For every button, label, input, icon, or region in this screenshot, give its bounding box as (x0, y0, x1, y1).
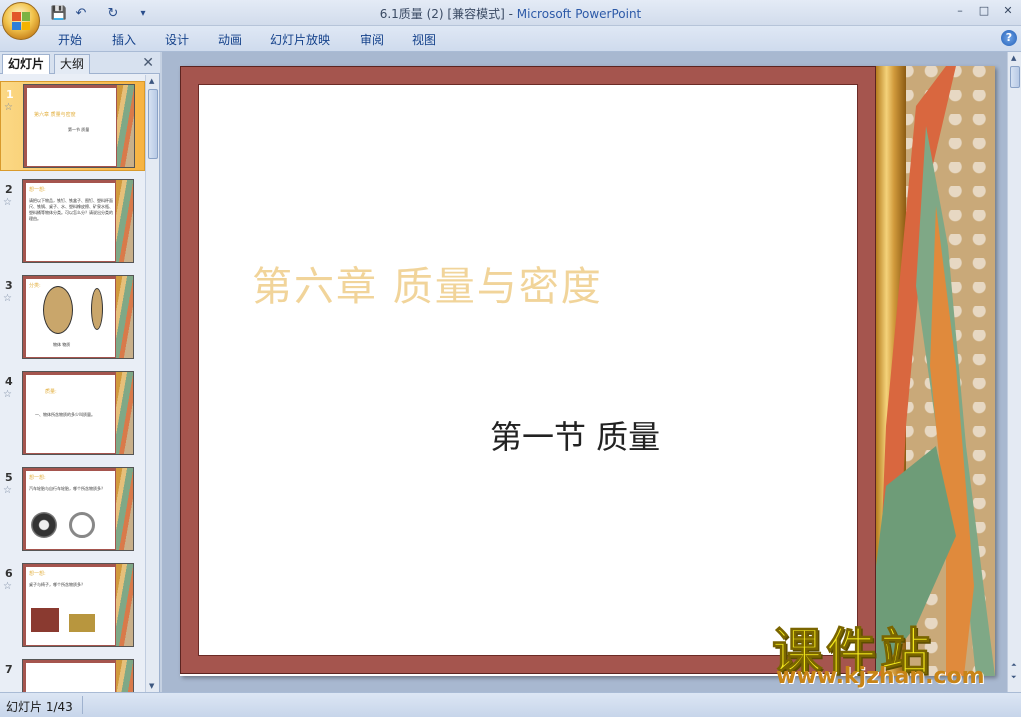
tab-home[interactable]: 开始 (58, 31, 82, 48)
ellipse-shape (91, 288, 103, 330)
slide-number: 3 (5, 279, 13, 292)
watermark: 课件站 www.kjzhan.com (772, 612, 1002, 692)
status-bar: 幻灯片 1/43 (0, 692, 1021, 717)
thumbnail-image: 第六章 质量与密度 第一节 质量 (23, 84, 135, 168)
help-icon[interactable]: ? (1001, 30, 1017, 46)
thumbnail-image: 分类: 物体 物质 (22, 275, 134, 359)
slide-subtitle[interactable]: 第一节 质量 (490, 412, 660, 458)
slide-thumbnail[interactable]: 3 ☆ 分类: 物体 物质 (0, 273, 145, 363)
maximize-button[interactable]: □ (972, 2, 996, 20)
window-title: 6.1质量 (2) [兼容模式] - Microsoft PowerPoint (0, 5, 1021, 22)
transition-icon: ☆ (3, 197, 12, 208)
slide-thumbnail[interactable]: 4 ☆ 质量: 一、物体所含物质的多少叫质量。 (0, 369, 145, 459)
decorative-leaves (876, 66, 995, 676)
slides-panel: 幻灯片 大纲 ✕ 1 ☆ 第六章 质量与密度 第一节 质量 2 ☆ 想一想: 请… (0, 52, 160, 692)
thumbnail-title: 想一想: (29, 475, 46, 481)
scrollbar-thumb[interactable] (1010, 66, 1020, 88)
tab-design[interactable]: 设计 (165, 31, 189, 48)
title-bar: 💾 ↶ ↻ ▾ 6.1质量 (2) [兼容模式] - Microsoft Pow… (0, 0, 1021, 26)
thumbnail-body: 第一节 质量 (68, 127, 90, 132)
thumbnail-body: 物体 物质 (53, 342, 71, 347)
thumbnail-body: 桌子与椅子，哪个所含物质多？ (29, 582, 85, 587)
tire-image (31, 512, 57, 538)
slide-thumbnail[interactable]: 2 ☆ 想一想: 请把以下物品，铁钉、铁盒子、图钉、塑料杯面尺、铁锅、桌子、水、… (0, 177, 145, 267)
app-title: Microsoft PowerPoint (516, 7, 642, 21)
slide-number: 4 (5, 375, 13, 388)
thumbnail-title: 想一想: (29, 571, 46, 577)
thumbnail-body: 请把以下物品，铁钉、铁盒子、图钉、塑料杯面尺、铁锅、桌子、水、塑料橡皮擦、矿泉水… (29, 198, 113, 221)
chair-image (69, 614, 95, 632)
minimize-button[interactable]: – (948, 2, 972, 20)
slide-thumbnail[interactable]: 1 ☆ 第六章 质量与密度 第一节 质量 (0, 81, 145, 171)
next-slide-icon[interactable]: ⏷ (1011, 673, 1017, 682)
close-panel-icon[interactable]: ✕ (142, 55, 154, 71)
slide-number: 6 (5, 567, 13, 580)
thumbnail-title: 分类: (29, 283, 41, 289)
scroll-up-icon[interactable]: ▲ (1011, 54, 1016, 62)
transition-icon: ☆ (4, 102, 13, 113)
thumbnail-title: 想一想: (29, 187, 46, 193)
transition-icon: ☆ (3, 293, 12, 304)
slide-canvas[interactable]: 第六章 质量与密度 第一节 质量 (180, 66, 995, 676)
panel-scrollbar[interactable]: ▲ ▼ (145, 75, 159, 692)
thumbnail-title: 第六章 质量与密度 (34, 112, 76, 118)
slide-number: 1 (6, 88, 14, 101)
slide-counter: 幻灯片 1/43 (6, 700, 73, 714)
transition-icon: ☆ (3, 581, 12, 592)
ellipse-shape (43, 286, 73, 334)
document-title: 6.1质量 (2) [兼容模式] - (379, 7, 517, 21)
bike-wheel-image (69, 512, 95, 538)
slide-thumbnail[interactable]: 6 ☆ 想一想: 桌子与椅子，哪个所含物质多？ (0, 561, 145, 651)
prev-slide-icon[interactable]: ⏶ (1011, 661, 1017, 670)
status-divider (82, 696, 83, 714)
thumbnail-image: 想一想: 汽车轮胎与自行车轮胎，哪个所含物质多？ (22, 467, 134, 551)
slide-editor: 第六章 质量与密度 第一节 质量 ▲ ⏶ ⏷ (162, 52, 1021, 692)
office-button[interactable] (2, 2, 40, 40)
editor-scrollbar[interactable]: ▲ ⏶ ⏷ (1007, 52, 1021, 692)
close-button[interactable]: ✕ (996, 2, 1020, 20)
watermark-url: www.kjzhan.com (776, 664, 985, 689)
slide-title[interactable]: 第六章 质量与密度 (252, 254, 603, 312)
scroll-down-icon[interactable]: ▼ (149, 682, 154, 690)
thumbnail-title: 质量: (45, 389, 57, 395)
tab-review[interactable]: 审阅 (360, 31, 384, 48)
panel-tabs: 幻灯片 大纲 ✕ (0, 52, 160, 74)
slide-number: 7 (5, 663, 13, 676)
thumbnail-image: 想一想: 请把以下物品，铁钉、铁盒子、图钉、塑料杯面尺、铁锅、桌子、水、塑料橡皮… (22, 179, 134, 263)
thumbnail-image (22, 659, 134, 692)
tab-animations[interactable]: 动画 (218, 31, 242, 48)
transition-icon: ☆ (3, 389, 12, 400)
office-logo-icon (12, 12, 30, 30)
tab-insert[interactable]: 插入 (112, 31, 136, 48)
thumbnail-image: 想一想: 桌子与椅子，哪个所含物质多？ (22, 563, 134, 647)
thumbnail-image: 质量: 一、物体所含物质的多少叫质量。 (22, 371, 134, 455)
thumbnail-list: 1 ☆ 第六章 质量与密度 第一节 质量 2 ☆ 想一想: 请把以下物品，铁钉、… (0, 75, 145, 692)
scrollbar-thumb[interactable] (148, 89, 158, 159)
thumbnail-body: 一、物体所含物质的多少叫质量。 (35, 412, 95, 417)
tab-slideshow[interactable]: 幻灯片放映 (270, 31, 330, 48)
transition-icon: ☆ (3, 485, 12, 496)
thumbnail-body: 汽车轮胎与自行车轮胎，哪个所含物质多？ (29, 486, 105, 491)
slide-thumbnail[interactable]: 7 (0, 657, 145, 692)
scroll-up-icon[interactable]: ▲ (149, 77, 154, 85)
desk-image (31, 608, 59, 632)
slide-thumbnail[interactable]: 5 ☆ 想一想: 汽车轮胎与自行车轮胎，哪个所含物质多？ (0, 465, 145, 555)
tab-slides[interactable]: 幻灯片 (2, 54, 51, 74)
ribbon-tabs: 开始 插入 设计 动画 幻灯片放映 审阅 视图 ? (0, 26, 1021, 52)
tab-outline[interactable]: 大纲 (54, 54, 91, 74)
slide-number: 2 (5, 183, 13, 196)
tab-view[interactable]: 视图 (412, 31, 436, 48)
slide-number: 5 (5, 471, 13, 484)
slide-border (180, 66, 876, 674)
